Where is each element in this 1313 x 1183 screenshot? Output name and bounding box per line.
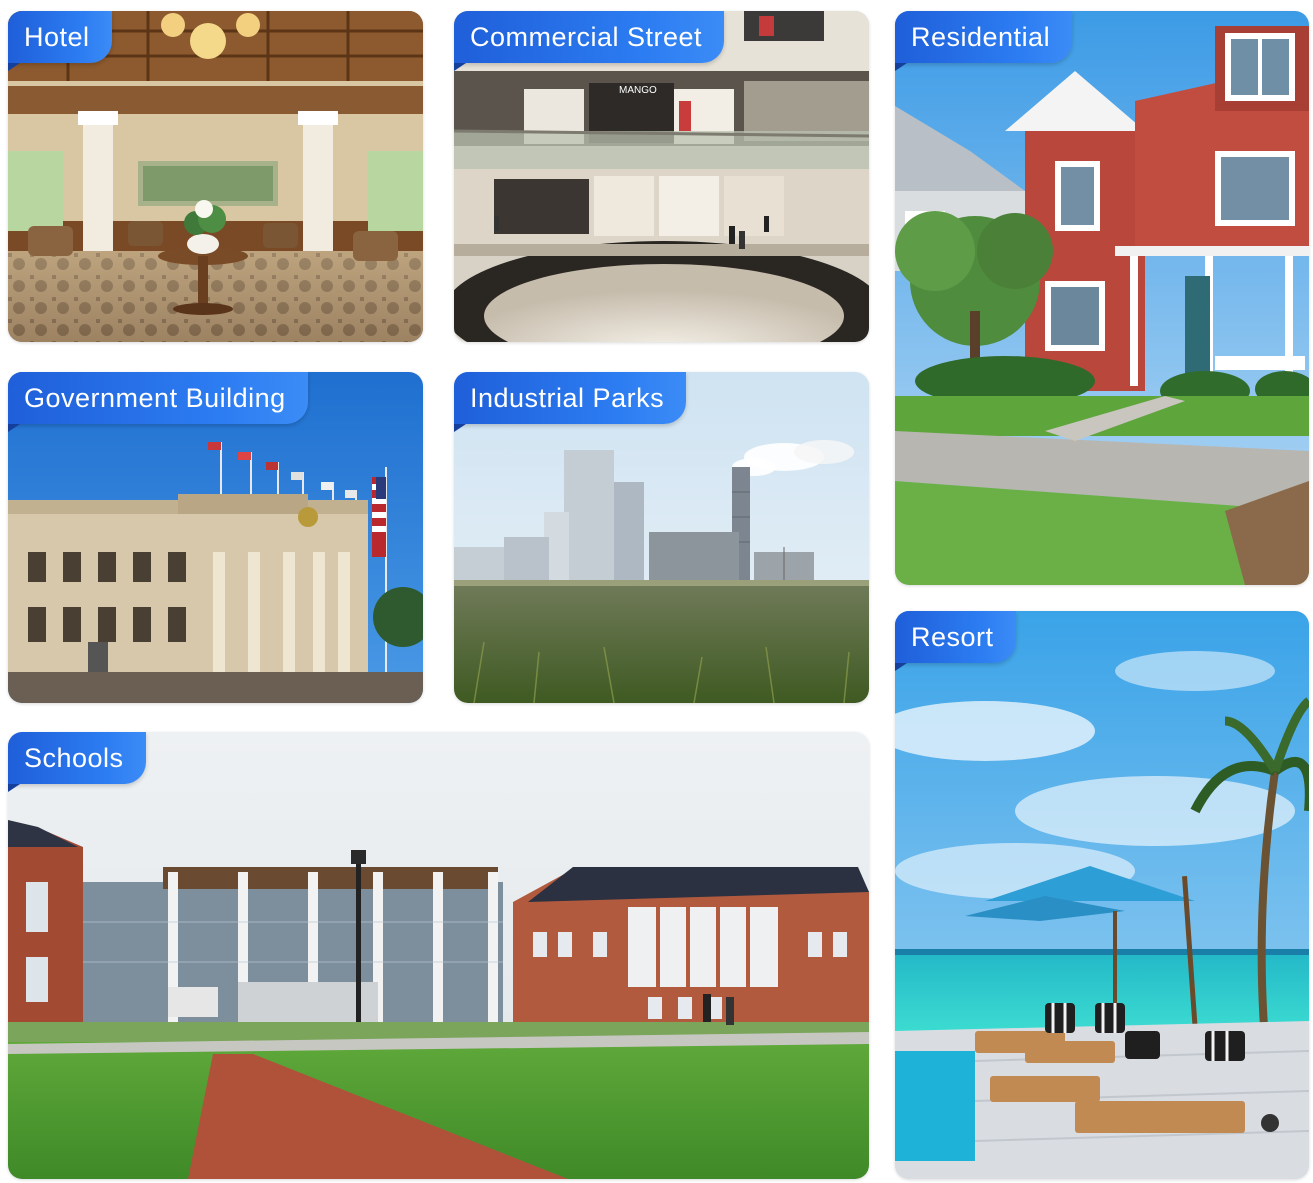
- resort-tile[interactable]: Resort: [895, 611, 1309, 1179]
- commercial-street-label: Commercial Street: [454, 11, 725, 71]
- application-scenarios-grid: Hotel MANGO Commercial Street Residentia…: [0, 0, 1313, 1183]
- school-campus-image: [8, 732, 869, 1179]
- industrial-parks-label: Industrial Parks: [454, 372, 687, 432]
- commercial-street-tile[interactable]: MANGO Commercial Street: [454, 11, 869, 342]
- residential-tile[interactable]: Residential: [895, 11, 1309, 585]
- mango-sign: MANGO: [619, 85, 657, 96]
- resort-label: Resort: [895, 611, 1016, 671]
- resort-beach-image: [895, 611, 1309, 1179]
- government-building-tile[interactable]: Government Building: [8, 372, 423, 703]
- schools-label: Schools: [8, 732, 146, 792]
- hotel-tile[interactable]: Hotel: [8, 11, 423, 342]
- hotel-label: Hotel: [8, 11, 112, 71]
- residential-house-image: [895, 11, 1309, 585]
- residential-label: Residential: [895, 11, 1073, 71]
- government-building-label: Government Building: [8, 372, 308, 432]
- schools-tile[interactable]: Schools: [8, 732, 869, 1179]
- industrial-parks-tile[interactable]: Industrial Parks: [454, 372, 869, 703]
